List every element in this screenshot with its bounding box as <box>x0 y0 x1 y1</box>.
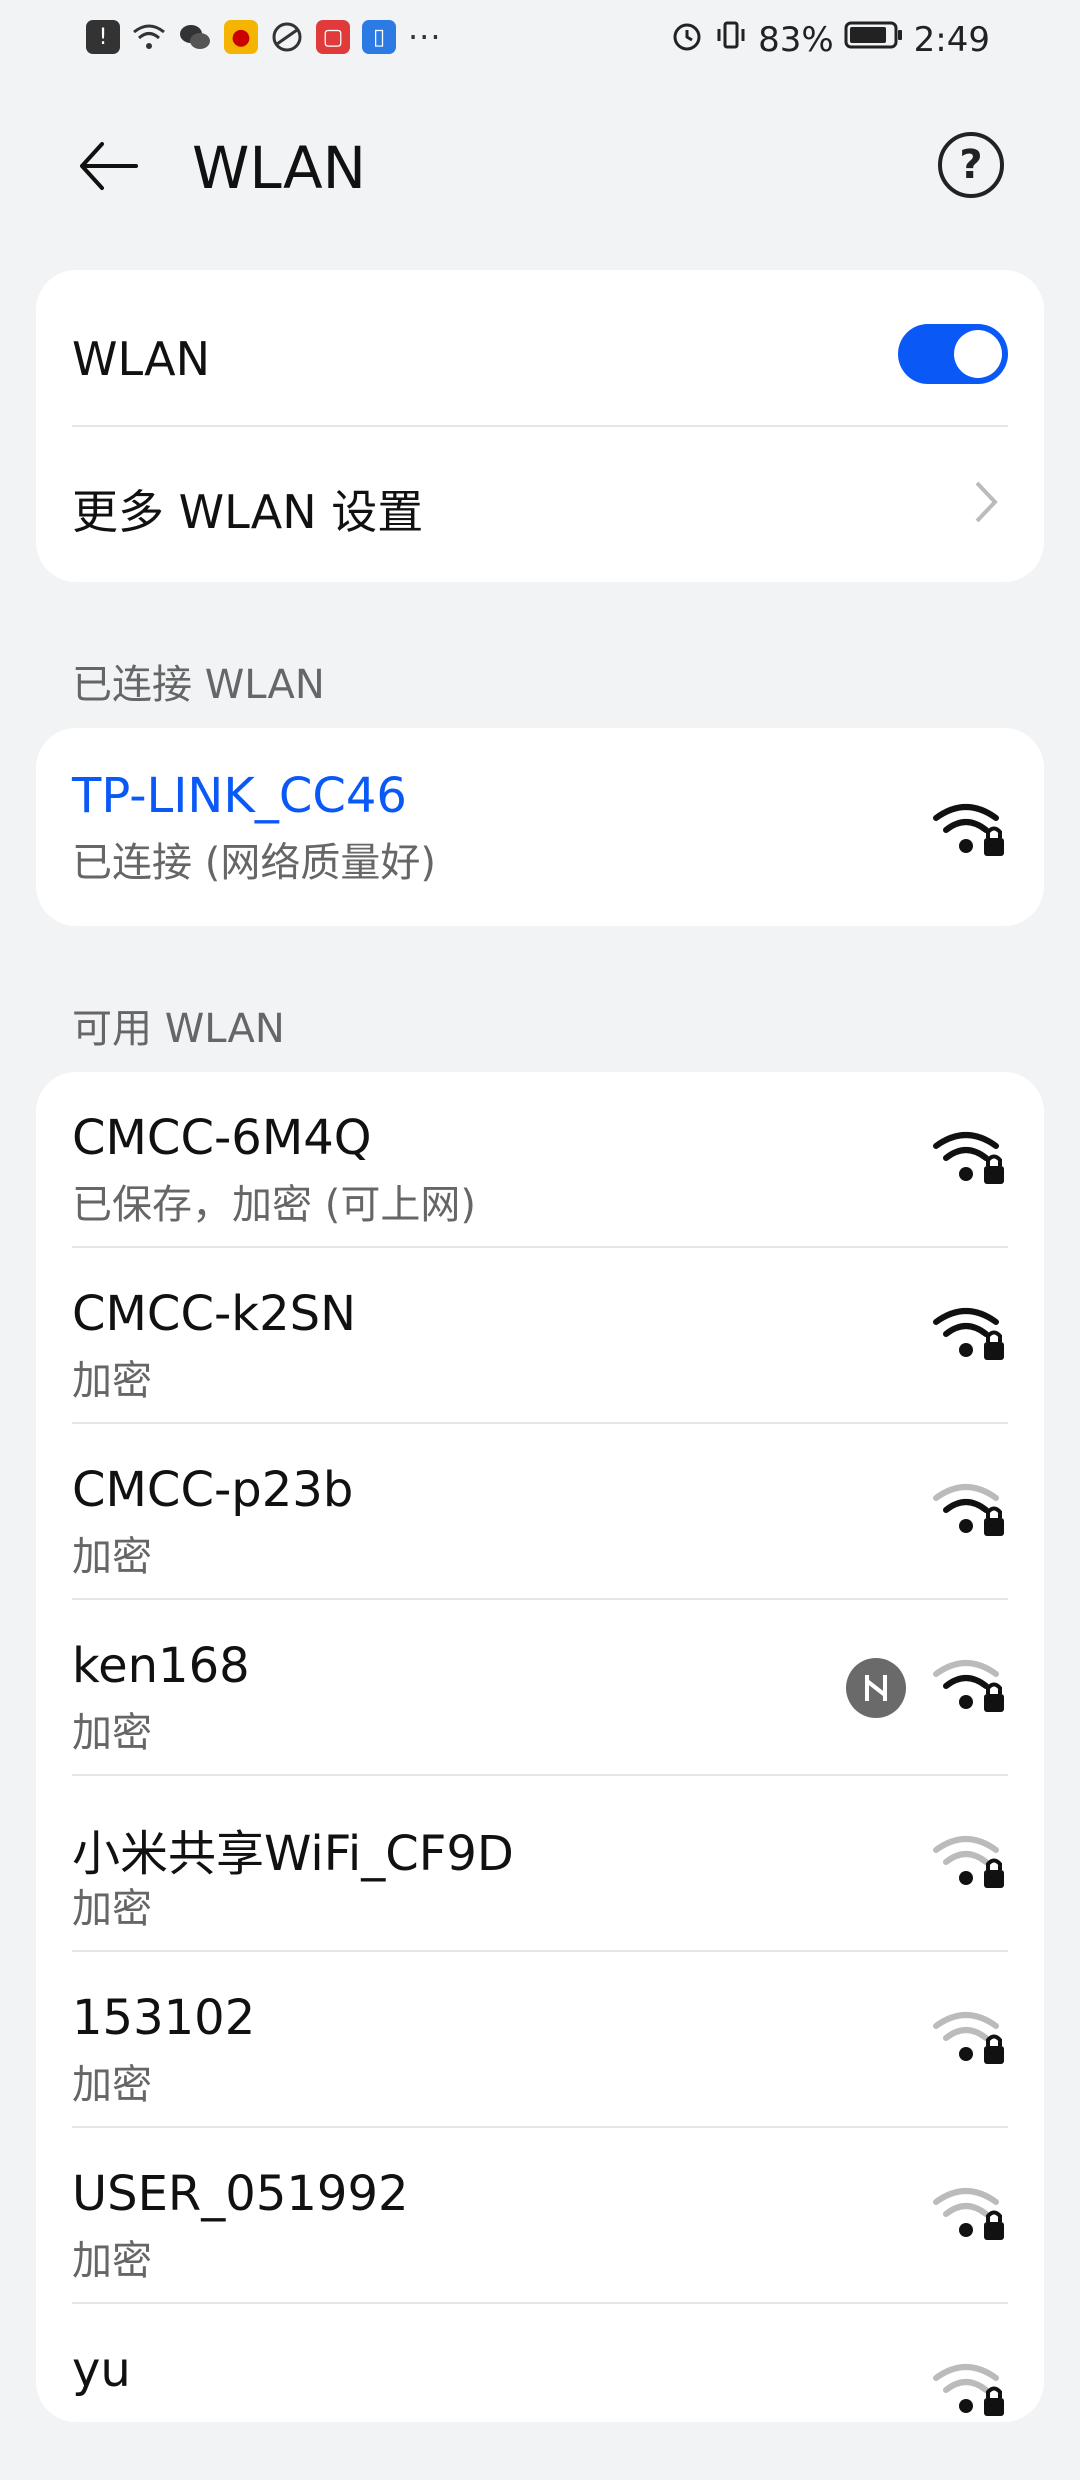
network-list-item[interactable]: 153102 加密 <box>72 1952 1008 2128</box>
network-name: USER_051992 <box>72 2166 409 2222</box>
more-wlan-settings-row[interactable]: 更多 WLAN 设置 <box>72 476 1008 542</box>
weibo-icon: ● <box>224 20 258 54</box>
network-list-item[interactable]: 小米共享WiFi_CF9D 加密 <box>72 1776 1008 1952</box>
network-list-item[interactable]: CMCC-p23b 加密 <box>72 1424 1008 1600</box>
network-name: ken168 <box>72 1638 250 1694</box>
wlan-toggle[interactable] <box>898 324 1008 384</box>
available-networks-card: CMCC-6M4Q 已保存，加密 (可上网) CMCC-k2SN 加密 CMCC-p23… <box>36 1072 1044 2422</box>
network-list-item[interactable]: CMCC-6M4Q 已保存，加密 (可上网) <box>72 1072 1008 1248</box>
chevron-right-icon <box>964 480 1008 524</box>
connected-network-info: TP-LINK_CC46 已连接 (网络质量好) <box>72 768 1008 888</box>
battery-icon <box>844 19 904 60</box>
wifi-lock-icon <box>932 1298 1008 1368</box>
alarm-icon <box>670 18 704 61</box>
status-right: 83% 2:49 <box>670 18 990 61</box>
wifi-lock-icon <box>932 1826 1008 1896</box>
wlan-settings-card: WLAN 更多 WLAN 设置 <box>36 270 1044 582</box>
network-status: 已保存，加密 (可上网) <box>72 1182 476 1228</box>
status-bar: ! ● ▢ ▯ ··· 83% 2:49 <box>0 0 1080 80</box>
network-list-item[interactable]: CMCC-k2SN 加密 <box>72 1248 1008 1424</box>
toggle-knob <box>954 330 1002 378</box>
help-button[interactable]: ? <box>938 132 1004 198</box>
question-icon: ? <box>959 142 983 188</box>
available-section-title: 可用 WLAN <box>72 1006 285 1052</box>
connected-section-title: 已连接 WLAN <box>72 662 325 708</box>
network-name: yu <box>72 2342 131 2398</box>
wlan-label: WLAN <box>72 332 211 386</box>
wechat-icon <box>178 20 212 54</box>
page-title: WLAN <box>192 134 367 202</box>
wifi-lock-icon <box>932 1122 1008 1192</box>
network-list-item[interactable]: USER_051992 加密 <box>72 2128 1008 2304</box>
hilink-icon <box>846 1658 906 1718</box>
app-header: WLAN ? <box>0 110 1080 220</box>
network-status: 加密 <box>72 2062 152 2108</box>
wifi-lock-icon <box>932 1650 1008 1720</box>
browser-icon <box>270 20 304 54</box>
wifi-status-icon <box>132 20 166 54</box>
network-name: 小米共享WiFi_CF9D <box>72 1826 514 1882</box>
back-button[interactable] <box>72 130 144 202</box>
clock: 2:49 <box>913 19 990 60</box>
network-name: CMCC-6M4Q <box>72 1110 372 1166</box>
more-wlan-settings-label: 更多 WLAN 设置 <box>72 485 424 539</box>
divider <box>72 425 1008 427</box>
notification-icon: ! <box>86 20 120 54</box>
network-status: 加密 <box>72 1534 152 1580</box>
network-name: CMCC-p23b <box>72 1462 354 1518</box>
status-left-icons: ! ● ▢ ▯ ··· <box>86 18 442 56</box>
battery-percent: 83% <box>758 19 834 60</box>
connected-network-status: 已连接 (网络质量好) <box>72 840 436 886</box>
wifi-lock-icon <box>932 2002 1008 2072</box>
network-name: 153102 <box>72 1990 256 2046</box>
back-arrow-icon <box>80 142 138 190</box>
wlan-toggle-row[interactable]: WLAN <box>72 332 1008 386</box>
network-status: 加密 <box>72 1886 152 1932</box>
vibrate-icon <box>714 18 748 61</box>
app-red-icon: ▢ <box>316 20 350 54</box>
wifi-lock-icon <box>932 2178 1008 2248</box>
network-status: 加密 <box>72 1710 152 1756</box>
network-list-item[interactable]: yu <box>72 2304 1008 2480</box>
wifi-lock-icon <box>932 2354 1008 2424</box>
connected-network-card[interactable]: TP-LINK_CC46 已连接 (网络质量好) <box>36 728 1044 926</box>
network-name: CMCC-k2SN <box>72 1286 356 1342</box>
connected-network-name: TP-LINK_CC46 <box>72 768 407 824</box>
wifi-lock-icon <box>932 1474 1008 1544</box>
network-status: 加密 <box>72 1358 152 1404</box>
more-notifications: ··· <box>408 18 442 56</box>
network-list-item[interactable]: ken168 加密 <box>72 1600 1008 1776</box>
network-status: 加密 <box>72 2238 152 2284</box>
app-blue-icon: ▯ <box>362 20 396 54</box>
wifi-lock-icon <box>932 794 1008 864</box>
